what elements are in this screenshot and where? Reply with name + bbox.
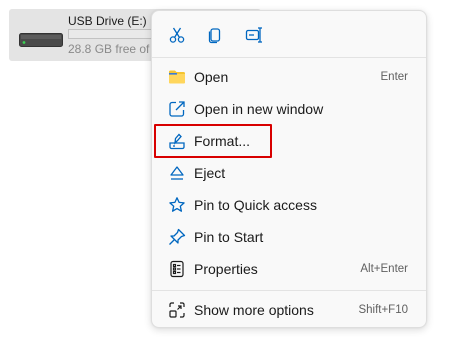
star-icon — [168, 196, 186, 214]
context-menu: Open Enter Open in new window Format... — [151, 10, 427, 328]
pin-icon — [168, 228, 186, 246]
copy-icon — [208, 28, 221, 44]
rename-icon — [245, 27, 262, 43]
cut-button[interactable] — [163, 21, 191, 49]
menu-item-open-in-new-window[interactable]: Open in new window — [156, 94, 422, 124]
folder-icon — [168, 68, 186, 86]
copy-button[interactable] — [201, 21, 229, 49]
drive-title: USB Drive (E:) — [68, 14, 147, 28]
menu-item-label: Open — [194, 69, 229, 85]
show-more-options-icon — [168, 301, 186, 319]
menu-item-shortcut: Alt+Enter — [360, 263, 408, 275]
menu-item-shortcut: Enter — [380, 71, 409, 83]
drive-icon — [19, 33, 63, 47]
menu-separator — [152, 290, 426, 291]
open-new-window-icon — [168, 100, 186, 118]
toolbar-separator — [152, 57, 426, 58]
cut-icon — [169, 27, 185, 43]
menu-item-shortcut: Shift+F10 — [358, 304, 408, 316]
menu-item-label: Properties — [194, 261, 258, 277]
properties-icon — [168, 260, 186, 278]
menu-item-label: Open in new window — [194, 101, 324, 117]
format-highlight-box — [154, 124, 272, 158]
menu-item-label: Pin to Start — [194, 229, 264, 245]
menu-item-open[interactable]: Open Enter — [156, 62, 422, 92]
menu-item-show-more-options[interactable]: Show more options Shift+F10 — [156, 295, 422, 325]
menu-item-eject[interactable]: Eject — [156, 158, 422, 188]
menu-item-label: Show more options — [194, 302, 314, 318]
context-menu-toolbar — [152, 11, 426, 57]
rename-button[interactable] — [240, 21, 268, 49]
eject-icon — [168, 164, 186, 182]
drive-free-space: 28.8 GB free of 2 — [68, 42, 160, 56]
menu-item-pin-to-quick-access[interactable]: Pin to Quick access — [156, 190, 422, 220]
menu-item-properties[interactable]: Properties Alt+Enter — [156, 254, 422, 284]
menu-item-label: Pin to Quick access — [194, 197, 317, 213]
menu-item-label: Eject — [194, 165, 226, 181]
menu-item-pin-to-start[interactable]: Pin to Start — [156, 222, 422, 252]
